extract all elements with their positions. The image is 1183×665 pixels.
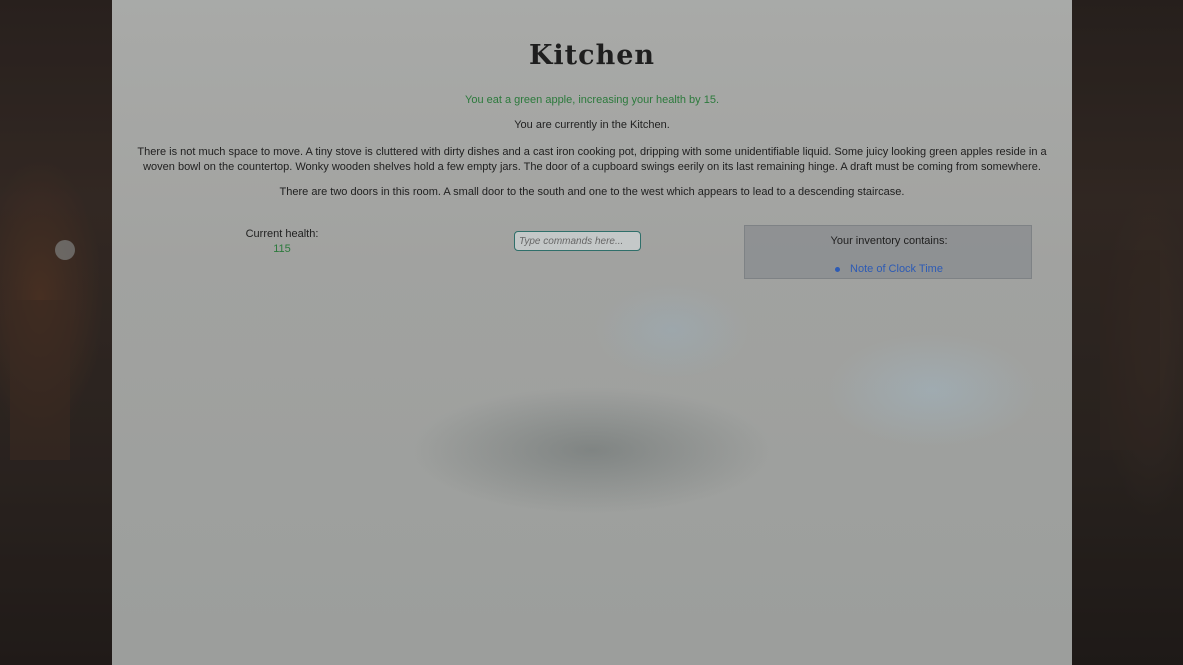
command-input[interactable] bbox=[514, 231, 641, 251]
room-exits: There are two doors in this room. A smal… bbox=[279, 186, 905, 198]
game-panel: Kitchen You eat a green apple, increasin… bbox=[112, 0, 1072, 665]
inventory-list: Note of Clock Time bbox=[745, 259, 1033, 277]
health-display: Current health: 115 bbox=[222, 227, 342, 257]
inventory-panel: Your inventory contains: Note of Clock T… bbox=[744, 225, 1032, 279]
bullet-icon bbox=[835, 267, 841, 272]
current-location: You are currently in the Kitchen. bbox=[514, 119, 670, 131]
inventory-title: Your inventory contains: bbox=[830, 235, 948, 247]
health-value: 115 bbox=[273, 243, 291, 255]
inventory-item[interactable]: Note of Clock Time bbox=[835, 263, 943, 275]
room-title: Kitchen bbox=[528, 40, 656, 71]
room-description: There is not much space to move. A tiny … bbox=[137, 146, 1047, 173]
health-label: Current health: bbox=[245, 228, 319, 240]
action-message: You eat a green apple, increasing your h… bbox=[465, 94, 719, 106]
inventory-item-label: Note of Clock Time bbox=[850, 263, 943, 275]
